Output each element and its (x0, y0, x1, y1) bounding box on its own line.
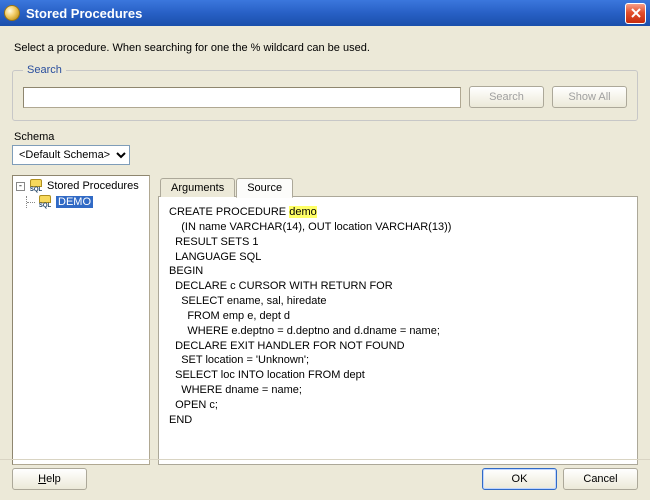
tab-bar: Arguments Source (158, 175, 638, 197)
schema-select[interactable]: <Default Schema> (12, 145, 130, 165)
sql-proc-icon: SQL (38, 195, 52, 209)
tree-item-demo[interactable]: SQL DEMO (26, 195, 146, 209)
code-line: OPEN c; (169, 399, 218, 411)
code-line: SELECT ename, sal, hiredate (169, 295, 327, 307)
code-line: (IN name VARCHAR(14), OUT location VARCH… (169, 221, 451, 233)
code-line: BEGIN (169, 265, 203, 277)
source-code: CREATE PROCEDURE demo (IN name VARCHAR(1… (169, 205, 627, 428)
code-line: SELECT loc INTO location FROM dept (169, 369, 365, 381)
source-view[interactable]: CREATE PROCEDURE demo (IN name VARCHAR(1… (158, 197, 638, 465)
tree-root[interactable]: - SQL Stored Procedures (16, 179, 146, 193)
close-button[interactable] (625, 3, 646, 24)
search-legend: Search (23, 64, 66, 76)
help-button[interactable]: Help (12, 468, 87, 490)
code-line: SET location = 'Unknown'; (169, 354, 309, 366)
procedure-tree[interactable]: - SQL Stored Procedures SQL DEMO (12, 175, 150, 465)
code-line: LANGUAGE SQL (169, 251, 261, 263)
tree-branch-icon (26, 196, 34, 208)
code-line: WHERE e.deptno = d.deptno and d.dname = … (169, 325, 440, 337)
instruction-text: Select a procedure. When searching for o… (14, 42, 636, 54)
titlebar: Stored Procedures (0, 0, 650, 26)
tree-item-label: DEMO (56, 196, 93, 208)
search-row: Search Show All (23, 86, 627, 108)
code-line: END (169, 414, 192, 426)
close-icon (631, 8, 641, 18)
search-input[interactable] (23, 87, 461, 108)
code-highlight-demo: demo (289, 206, 317, 218)
code-line: DECLARE c CURSOR WITH RETURN FOR (169, 280, 393, 292)
dialog-content: Select a procedure. When searching for o… (0, 26, 650, 471)
main-row: - SQL Stored Procedures SQL DEMO Argumen… (12, 175, 638, 465)
cancel-button[interactable]: Cancel (563, 468, 638, 490)
search-group: Search Search Show All (12, 64, 638, 121)
tree-collapse-icon[interactable]: - (16, 182, 25, 191)
tab-source[interactable]: Source (236, 178, 293, 198)
tab-arguments[interactable]: Arguments (160, 178, 235, 197)
window-title: Stored Procedures (26, 6, 625, 21)
ok-button[interactable]: OK (482, 468, 557, 490)
app-icon (4, 5, 20, 21)
tree-root-label: Stored Procedures (47, 180, 139, 192)
code-line: RESULT SETS 1 (169, 236, 258, 248)
code-line: CREATE PROCEDURE (169, 206, 289, 218)
details-panel: Arguments Source CREATE PROCEDURE demo (… (158, 175, 638, 465)
code-line: WHERE dname = name; (169, 384, 302, 396)
search-button[interactable]: Search (469, 86, 544, 108)
code-line: DECLARE EXIT HANDLER FOR NOT FOUND (169, 340, 405, 352)
sql-folder-icon: SQL (29, 179, 43, 193)
code-line: FROM emp e, dept d (169, 310, 290, 322)
dialog-footer: Help OK Cancel (0, 459, 650, 500)
schema-label: Schema (14, 131, 636, 143)
show-all-button[interactable]: Show All (552, 86, 627, 108)
